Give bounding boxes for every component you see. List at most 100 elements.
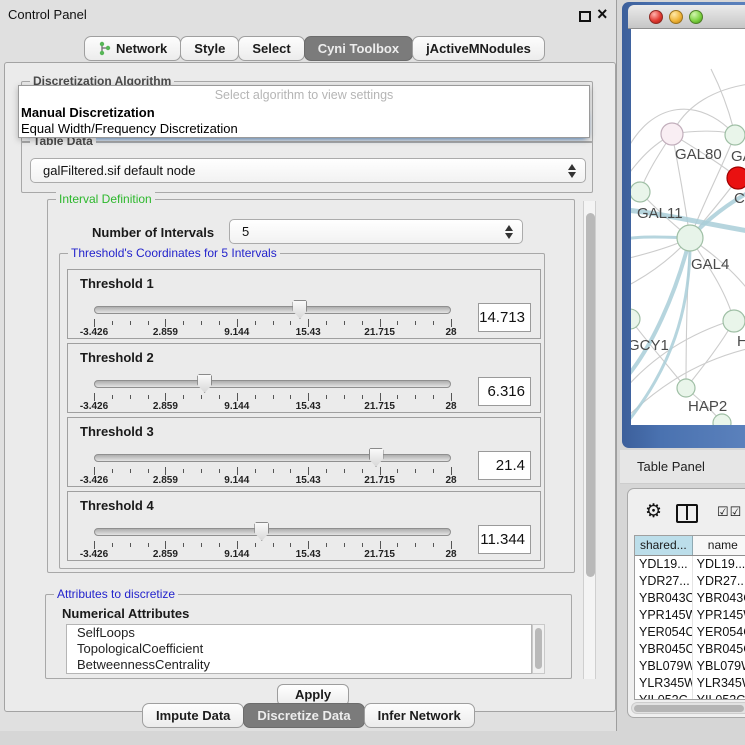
threshold-value-field[interactable] (478, 451, 531, 480)
tab-select[interactable]: Select (238, 36, 304, 61)
algorithm-dropdown-popup: Select algorithm to view settings Manual… (18, 85, 590, 138)
network-node[interactable] (631, 309, 640, 329)
cell-shared-name[interactable]: YPR145W (635, 607, 693, 624)
dropdown-prompt: Select algorithm to view settings (19, 86, 589, 105)
slider-tick-labels: -3.4262.8599.14415.4321.71528 (94, 549, 451, 560)
threshold-panel: Threshold 3 -3.4262.8599.14415.4321.7152… (67, 417, 541, 487)
cell-shared-name[interactable]: YBL079W (635, 658, 693, 675)
cell-shared-name[interactable]: YBR045C (635, 641, 693, 658)
network-node[interactable] (727, 167, 745, 189)
threshold-panel: Threshold 4 -3.4262.8599.14415.4321.7152… (67, 491, 541, 561)
cell-shared-name[interactable]: YBR043C (635, 590, 693, 607)
threshold-value-field[interactable] (478, 303, 531, 332)
column-layout-icon[interactable] (676, 504, 698, 523)
tab-discretize-data[interactable]: Discretize Data (243, 703, 364, 728)
network-node[interactable] (631, 182, 650, 202)
numerical-attributes-list[interactable]: SelfLoopsTopologicalCoefficientBetweenne… (66, 624, 532, 674)
node-label: H (737, 333, 745, 350)
threshold-slider-track[interactable] (94, 380, 451, 388)
node-table[interactable]: shared... name YDL19...YDL19...YDR27...Y… (634, 535, 745, 700)
cell-name[interactable]: YBR043C (693, 590, 745, 607)
attribute-list-item[interactable]: SelfLoops (67, 625, 531, 641)
table-horizontal-scrollbar[interactable] (631, 702, 745, 714)
cell-name[interactable]: YBR045C (693, 641, 745, 658)
cell-shared-name[interactable]: YER054C (635, 624, 693, 641)
table-row[interactable]: YER054CYER054C (635, 624, 745, 641)
tab-network[interactable]: Network (84, 36, 181, 61)
dropdown-item-equal-width[interactable]: Equal Width/Frequency Discretization (19, 121, 589, 137)
checkbox-icons[interactable]: ☑☑ (717, 504, 742, 520)
column-header-name[interactable]: name (693, 536, 745, 555)
threshold-slider-thumb[interactable] (369, 448, 384, 467)
interval-scrollbar-thumb[interactable] (586, 213, 595, 577)
numerical-attributes-label: Numerical Attributes (62, 606, 189, 621)
threshold-slider-thumb[interactable] (292, 300, 307, 319)
zoom-window-icon[interactable] (689, 10, 703, 24)
tab-jactivemnodules[interactable]: jActiveMNodules (412, 36, 545, 61)
cell-name[interactable]: YDL19... (693, 556, 745, 573)
cell-name[interactable]: YBL079W (693, 658, 745, 675)
control-panel-window: Control Panel × Network Style Select Cyn… (0, 0, 617, 731)
slider-ticks (94, 467, 451, 475)
table-panel-title: Table Panel (637, 459, 705, 474)
threshold-panel: Threshold 1 -3.4262.8599.14415.4321.7152… (67, 269, 541, 339)
number-of-intervals-label: Number of Intervals (92, 225, 214, 240)
attributes-list-scrollbar[interactable] (532, 624, 545, 674)
interval-scrollbar[interactable] (583, 201, 596, 679)
attribute-list-item[interactable]: BetweennessCentrality (67, 657, 531, 673)
node-label: GAL80 (675, 146, 722, 163)
table-row[interactable]: YDR27...YDR27... (635, 573, 745, 590)
minimize-window-icon[interactable] (669, 10, 683, 24)
network-node[interactable] (677, 379, 695, 397)
slider-ticks (94, 541, 451, 549)
threshold-slider-track[interactable] (94, 306, 451, 314)
network-node[interactable] (725, 125, 745, 145)
table-header-row: shared... name (635, 536, 745, 556)
cell-name[interactable]: YDR27... (693, 573, 745, 590)
float-panel-icon[interactable] (579, 11, 591, 22)
slider-ticks (94, 393, 451, 401)
table-row[interactable]: YLR345WYLR345W (635, 675, 745, 692)
table-data-selected-value: galFiltered.sif default node (43, 163, 195, 178)
table-row[interactable]: YPR145WYPR145W (635, 607, 745, 624)
threshold-slider-thumb[interactable] (254, 522, 269, 541)
threshold-value-field[interactable] (478, 525, 531, 554)
table-row[interactable]: YBR043CYBR043C (635, 590, 745, 607)
tab-cyni-toolbox[interactable]: Cyni Toolbox (304, 36, 413, 61)
threshold-slider-track[interactable] (94, 454, 451, 462)
tab-style[interactable]: Style (180, 36, 239, 61)
interval-definition-label: Interval Definition (56, 192, 155, 206)
table-row[interactable]: YDL19...YDL19... (635, 556, 745, 573)
threshold-slider-thumb[interactable] (197, 374, 212, 393)
number-of-intervals-combobox[interactable]: 5 (229, 219, 523, 244)
network-node[interactable] (723, 310, 745, 332)
table-row[interactable]: YIL052CYIL052C (635, 692, 745, 700)
cell-shared-name[interactable]: YLR345W (635, 675, 693, 692)
column-header-shared-name[interactable]: shared... (635, 536, 693, 555)
tab-impute-data[interactable]: Impute Data (142, 703, 244, 728)
cell-shared-name[interactable]: YIL052C (635, 692, 693, 700)
network-canvas[interactable]: GAL80GACGAL11GAL4GCY1HHAP2 (631, 29, 745, 425)
table-data-combobox[interactable]: galFiltered.sif default node (30, 158, 586, 183)
network-node[interactable] (661, 123, 683, 145)
attributes-group-label: Attributes to discretize (54, 587, 178, 601)
cell-shared-name[interactable]: YDR27... (635, 573, 693, 590)
cell-name[interactable]: YIL052C (693, 692, 745, 700)
tab-infer-network[interactable]: Infer Network (364, 703, 475, 728)
cell-name[interactable]: YER054C (693, 624, 745, 641)
close-panel-icon[interactable]: × (597, 4, 608, 25)
close-window-icon[interactable] (649, 10, 663, 24)
network-node[interactable] (677, 225, 703, 251)
cell-name[interactable]: YPR145W (693, 607, 745, 624)
attribute-list-item[interactable]: TopologicalCoefficient (67, 641, 531, 657)
cell-name[interactable]: YLR345W (693, 675, 745, 692)
table-panel: ⚙ ☑☑ shared... name YDL19...YDL19...YDR2… (627, 488, 745, 718)
threshold-value-field[interactable] (478, 377, 531, 406)
cell-shared-name[interactable]: YDL19... (635, 556, 693, 573)
network-window-titlebar[interactable] (628, 5, 745, 29)
threshold-slider-track[interactable] (94, 528, 451, 536)
gear-icon[interactable]: ⚙ (645, 502, 662, 521)
table-row[interactable]: YBL079WYBL079W (635, 658, 745, 675)
dropdown-item-manual[interactable]: Manual Discretization (19, 105, 589, 121)
table-row[interactable]: YBR045CYBR045C (635, 641, 745, 658)
